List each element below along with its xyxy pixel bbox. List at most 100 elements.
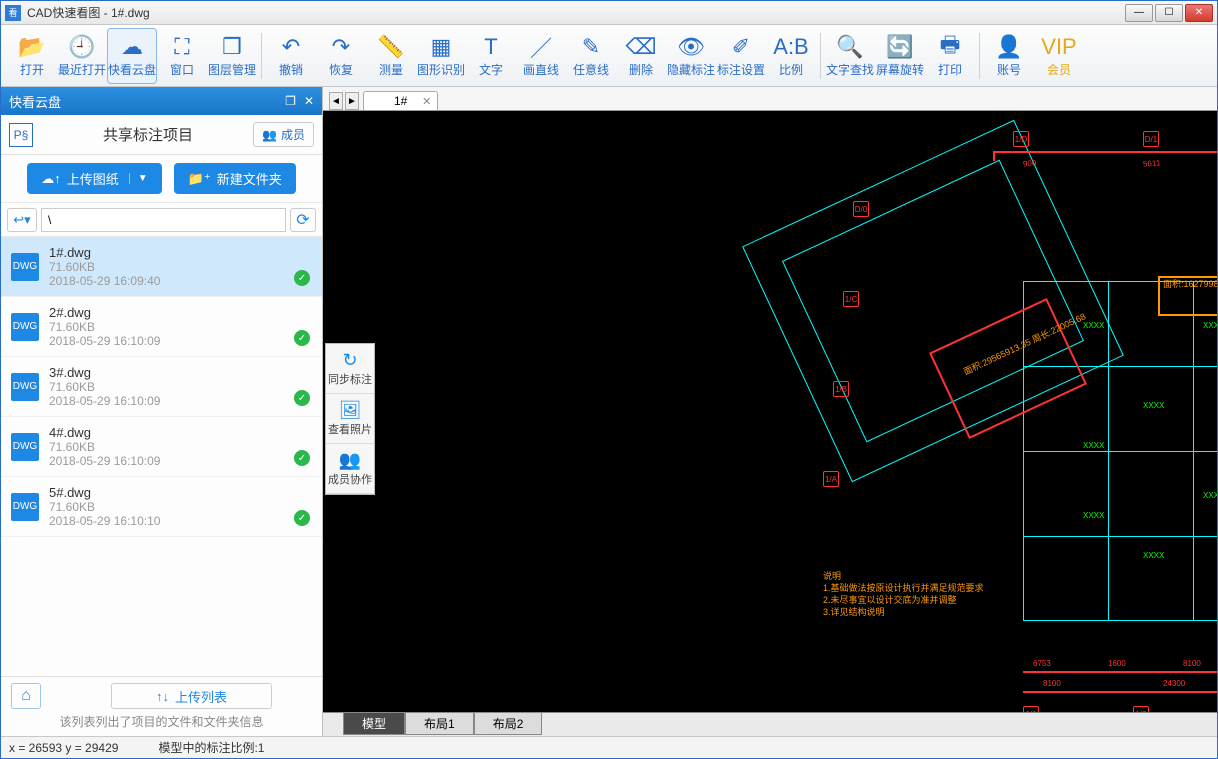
sync-ok-icon: ✓ — [294, 390, 310, 406]
dwg-file-icon: DWG — [11, 253, 39, 281]
drawing-canvas[interactable]: ↻同步标注🖼查看照片👥成员协作 面积:29565913.35 周长:22005.… — [323, 111, 1217, 712]
tab-nav-prev[interactable]: ◄ — [329, 92, 343, 110]
file-item[interactable]: DWG 2#.dwg 71.60KB 2018-05-29 16:10:09 ✓ — [1, 297, 322, 357]
sidebar-hint: 该列表列出了项目的文件和文件夹信息 — [59, 713, 263, 730]
float-photos[interactable]: 🖼查看照片 — [326, 394, 374, 444]
toolbar-findtext[interactable]: 🔍文字查找 — [825, 28, 875, 84]
cloud-sidebar: 快看云盘 ❐ ✕ P§ 共享标注项目 👥 成员 ☁↑ 上传图纸 ▼ 📁⁺ 新建文… — [1, 87, 323, 736]
toolbar-delete[interactable]: ⌫删除 — [616, 28, 666, 84]
layers-icon: ❒ — [222, 33, 242, 61]
close-button[interactable]: ✕ — [1185, 4, 1213, 22]
open-icon: 📂 — [18, 33, 45, 61]
toolbar-recent[interactable]: 🕘最近打开 — [57, 28, 107, 84]
undo-icon: ↶ — [282, 33, 300, 61]
window-icon: ⛶ — [174, 33, 189, 61]
file-item[interactable]: DWG 1#.dwg 71.60KB 2018-05-29 16:09:40 ✓ — [1, 237, 322, 297]
folder-plus-icon: 📁⁺ — [188, 171, 211, 187]
redo-icon: ↷ — [332, 33, 350, 61]
sync-ok-icon: ✓ — [294, 330, 310, 346]
delete-icon: ⌫ — [625, 33, 656, 61]
home-button[interactable]: ⌂ — [11, 683, 41, 709]
toolbar-measure[interactable]: 📏测量 — [366, 28, 416, 84]
toolbar-markset[interactable]: ✐标注设置 — [716, 28, 766, 84]
toolbar-hidemark[interactable]: 👁隐藏标注 — [666, 28, 716, 84]
status-scale: 模型中的标注比例:1 — [158, 739, 264, 756]
cloud-icon: ☁ — [121, 33, 143, 61]
sync-icon: ↻ — [342, 350, 357, 371]
sync-ok-icon: ✓ — [294, 270, 310, 286]
back-button[interactable]: ↩▾ — [7, 208, 37, 232]
collab-icon: 👥 — [339, 450, 361, 471]
findtext-icon: 🔍 — [836, 33, 863, 61]
file-item[interactable]: DWG 5#.dwg 71.60KB 2018-05-29 16:10:10 ✓ — [1, 477, 322, 537]
app-icon: 看 — [5, 5, 21, 21]
toolbar-freeline[interactable]: ✎任意线 — [566, 28, 616, 84]
path-input[interactable] — [41, 208, 286, 232]
toolbar-rotate[interactable]: 🔄屏幕旋转 — [875, 28, 925, 84]
line-icon: ／ — [530, 33, 552, 61]
refresh-button[interactable]: ⟳ — [290, 208, 316, 232]
status-bar: x = 26593 y = 29429 模型中的标注比例:1 — [1, 736, 1217, 758]
members-icon: 👥 — [262, 128, 277, 142]
canvas-area: ◄ ► 1# ✕ ↻同步标注🖼查看照片👥成员协作 面积:29565913.35 … — [323, 87, 1217, 736]
upload-list-button[interactable]: ↑↓ 上传列表 — [111, 683, 272, 709]
file-item[interactable]: DWG 4#.dwg 71.60KB 2018-05-29 16:10:09 ✓ — [1, 417, 322, 477]
share-project-icon: P§ — [9, 123, 33, 147]
sidebar-header: 快看云盘 ❐ ✕ — [1, 87, 322, 115]
rotate-icon: 🔄 — [886, 33, 913, 61]
title-bar: 看 CAD快速看图 - 1#.dwg — ☐ ✕ — [1, 1, 1217, 25]
toolbar-open[interactable]: 📂打开 — [7, 28, 57, 84]
toolbar-layers[interactable]: ❒图层管理 — [207, 28, 257, 84]
dwg-file-icon: DWG — [11, 433, 39, 461]
toolbar-print[interactable]: 🖶打印 — [925, 28, 975, 84]
markset-icon: ✐ — [732, 33, 750, 61]
recent-icon: 🕘 — [68, 33, 95, 61]
layout-tab[interactable]: 模型 — [343, 713, 405, 735]
float-collab[interactable]: 👥成员协作 — [326, 444, 374, 494]
tab-nav-next[interactable]: ► — [345, 92, 359, 110]
sync-ok-icon: ✓ — [294, 450, 310, 466]
float-sync[interactable]: ↻同步标注 — [326, 344, 374, 394]
sync-ok-icon: ✓ — [294, 510, 310, 526]
toolbar-shape-rec[interactable]: ▦图形识别 — [416, 28, 466, 84]
minimize-button[interactable]: — — [1125, 4, 1153, 22]
window-title: CAD快速看图 - 1#.dwg — [27, 4, 150, 21]
layout-tab[interactable]: 布局1 — [405, 713, 474, 735]
upload-dropdown-caret[interactable]: ▼ — [129, 173, 148, 184]
upload-drawing-button[interactable]: ☁↑ 上传图纸 ▼ — [27, 163, 161, 194]
freeline-icon: ✎ — [582, 33, 600, 61]
main-toolbar: 📂打开🕘最近打开☁快看云盘⛶窗口❒图层管理↶撤销↷恢复📏测量▦图形识别T文字／画… — [1, 25, 1217, 87]
tab-close-icon[interactable]: ✕ — [422, 95, 431, 108]
dwg-file-icon: DWG — [11, 493, 39, 521]
toolbar-line[interactable]: ／画直线 — [516, 28, 566, 84]
sidebar-undock-icon[interactable]: ❐ — [285, 94, 296, 108]
sidebar-title: 快看云盘 — [9, 92, 61, 111]
toolbar-scale[interactable]: A:B比例 — [766, 28, 816, 84]
members-button[interactable]: 👥 成员 — [253, 122, 314, 147]
document-tab[interactable]: 1# ✕ — [363, 91, 438, 110]
canvas-float-panel: ↻同步标注🖼查看照片👥成员协作 — [325, 343, 375, 495]
share-project-row: P§ 共享标注项目 👥 成员 — [1, 115, 322, 155]
toolbar-vip[interactable]: VIP会员 — [1034, 28, 1084, 84]
toolbar-undo[interactable]: ↶撤销 — [266, 28, 316, 84]
vip-icon: VIP — [1041, 33, 1076, 61]
toolbar-cloud[interactable]: ☁快看云盘 — [107, 28, 157, 84]
document-tabstrip: ◄ ► 1# ✕ — [323, 87, 1217, 111]
measure-icon: 📏 — [377, 33, 404, 61]
maximize-button[interactable]: ☐ — [1155, 4, 1183, 22]
new-folder-button[interactable]: 📁⁺ 新建文件夹 — [174, 163, 296, 194]
scale-icon: A:B — [773, 33, 808, 61]
upload-icon: ☁↑ — [41, 171, 61, 187]
photos-icon: 🖼 — [339, 400, 362, 421]
dwg-file-icon: DWG — [11, 373, 39, 401]
file-item[interactable]: DWG 3#.dwg 71.60KB 2018-05-29 16:10:09 ✓ — [1, 357, 322, 417]
upload-list-icon: ↑↓ — [156, 689, 169, 704]
layout-tab[interactable]: 布局2 — [474, 713, 543, 735]
sidebar-close-icon[interactable]: ✕ — [304, 94, 314, 108]
account-icon: 👤 — [995, 33, 1022, 61]
status-coords: x = 26593 y = 29429 — [9, 741, 118, 755]
toolbar-account[interactable]: 👤账号 — [984, 28, 1034, 84]
toolbar-window[interactable]: ⛶窗口 — [157, 28, 207, 84]
toolbar-text[interactable]: T文字 — [466, 28, 516, 84]
toolbar-redo[interactable]: ↷恢复 — [316, 28, 366, 84]
